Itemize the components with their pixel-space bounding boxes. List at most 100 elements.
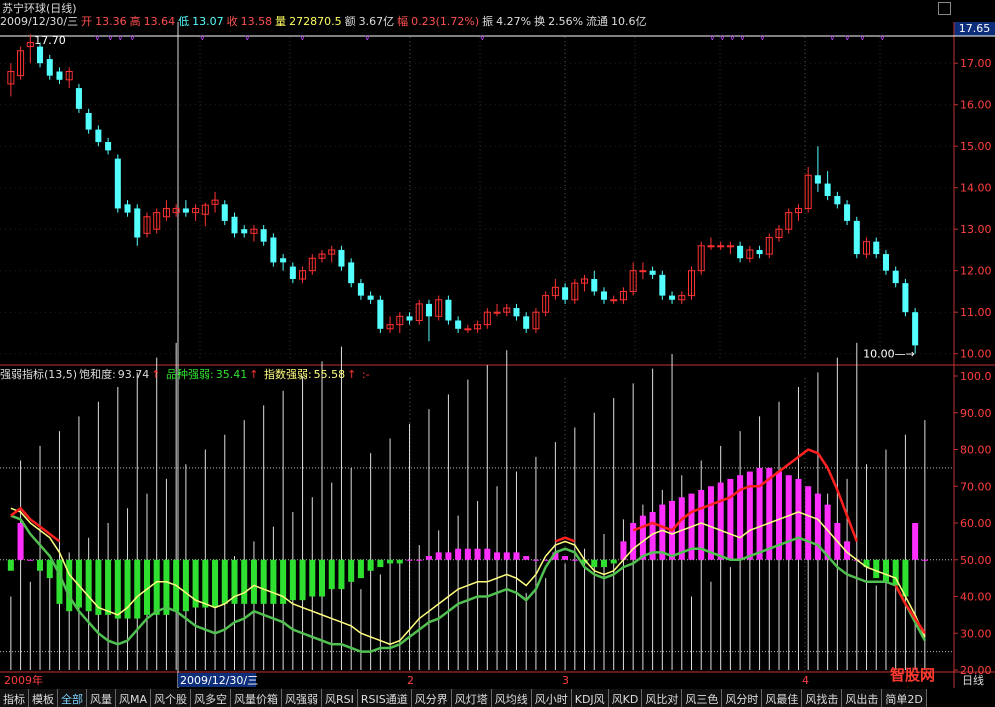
candle-body-34 bbox=[338, 249, 345, 267]
signal-marker-11: v bbox=[730, 33, 735, 42]
ind-tick-label-6: 40.00 bbox=[960, 591, 992, 604]
ind-bar-41 bbox=[406, 559, 413, 561]
ind-bar-42 bbox=[416, 559, 423, 561]
candle-body-9 bbox=[95, 129, 102, 143]
ind-bar-81 bbox=[795, 478, 802, 560]
ind-bar-36 bbox=[357, 559, 364, 579]
ind-bar-73 bbox=[717, 482, 724, 560]
candle-body-68 bbox=[669, 295, 676, 300]
candle-body-89 bbox=[873, 241, 880, 255]
ind-tick-label-0: 100.0 bbox=[960, 370, 992, 383]
ind-bar-38 bbox=[377, 559, 384, 568]
signal-marker-16: v bbox=[860, 33, 865, 42]
ind-bar-43 bbox=[425, 556, 432, 560]
time-label-2: 2 bbox=[407, 674, 414, 687]
ind-tick-label-5: 50.00 bbox=[960, 554, 992, 567]
index-strength-arrow: ↑ bbox=[347, 368, 357, 381]
tab-19[interactable]: 风分时 bbox=[722, 689, 763, 707]
ind-bar-21 bbox=[212, 559, 219, 608]
price-tick-label-2: 15.00 bbox=[960, 140, 992, 153]
tab-22[interactable]: 风出击 bbox=[842, 689, 883, 707]
price-tick-label-3: 14.00 bbox=[960, 182, 992, 195]
ind-bar-52 bbox=[513, 552, 520, 560]
ind-bar-8 bbox=[85, 559, 92, 612]
candle-body-45 bbox=[445, 299, 452, 321]
tab-9[interactable]: 风RSI bbox=[322, 689, 358, 707]
tab-4[interactable]: 风MA bbox=[116, 689, 152, 707]
ind-bar-34 bbox=[338, 559, 345, 590]
saturation-line-seg-end bbox=[894, 584, 926, 634]
candle-body-41 bbox=[406, 316, 413, 321]
candle-body-13 bbox=[134, 208, 141, 238]
candlestick-series: 17.70 10.00—→ bbox=[7, 34, 919, 361]
candle-body-67 bbox=[659, 274, 666, 296]
signal-marker-14: v bbox=[830, 33, 835, 42]
ind-bar-29 bbox=[289, 559, 296, 601]
tab-21[interactable]: 风找击 bbox=[802, 689, 843, 707]
ind-bar-33 bbox=[328, 559, 335, 590]
tab-12[interactable]: 风灯塔 bbox=[451, 689, 492, 707]
signal-marker-3: v bbox=[130, 33, 135, 42]
tab-14[interactable]: 风小时 bbox=[531, 689, 572, 707]
tab-6[interactable]: 风多空 bbox=[191, 689, 232, 707]
tab-18[interactable]: 风三色 bbox=[682, 689, 723, 707]
site-logo: 智股网 bbox=[890, 666, 936, 684]
tab-23[interactable]: 简单2D bbox=[882, 689, 927, 707]
index-strength-value: 55.58 bbox=[313, 368, 346, 381]
candle-body-26 bbox=[260, 229, 267, 242]
candle-body-24 bbox=[241, 229, 248, 234]
saturation-label: 饱和度: bbox=[79, 368, 116, 381]
tab-2[interactable]: 全部 bbox=[58, 689, 87, 707]
tab-20[interactable]: 风最佳 bbox=[762, 689, 803, 707]
candle-body-84 bbox=[824, 183, 831, 196]
time-label-4: 4 bbox=[802, 674, 809, 687]
indicator-series bbox=[7, 342, 928, 670]
tab-0[interactable]: 指标 bbox=[0, 689, 29, 707]
ind-tick-label-3: 70.00 bbox=[960, 480, 992, 493]
chart-canvas[interactable]: vvvvvvvvvvvvvvvvvv 17.7010.00—→ 17.0016.… bbox=[0, 0, 995, 690]
tab-7[interactable]: 风量价箱 bbox=[231, 689, 283, 707]
ind-bar-49 bbox=[484, 548, 491, 560]
candle-body-11 bbox=[114, 158, 121, 209]
signal-marker-8: v bbox=[480, 33, 485, 42]
candle-body-4 bbox=[46, 59, 53, 76]
signal-marker-17: v bbox=[880, 33, 885, 42]
ind-bar-94 bbox=[921, 559, 928, 561]
tab-10[interactable]: RSIS通道 bbox=[357, 689, 412, 707]
ind-bar-50 bbox=[494, 552, 501, 560]
index-strength-label: 指数强弱: bbox=[263, 368, 312, 381]
tab-15[interactable]: KDJ风 bbox=[571, 689, 609, 707]
signal-marker-12: v bbox=[740, 33, 745, 42]
price-tick-label-5: 12.00 bbox=[960, 265, 992, 278]
ind-bar-61 bbox=[600, 559, 608, 568]
tab-17[interactable]: 风比对 bbox=[642, 689, 683, 707]
candle-body-85 bbox=[834, 196, 841, 205]
indicator-name: 强弱指标(13,5) bbox=[0, 368, 78, 381]
tab-13[interactable]: 风均线 bbox=[491, 689, 532, 707]
tab-1[interactable]: 模板 bbox=[29, 689, 58, 707]
candle-body-37 bbox=[367, 295, 374, 300]
tab-5[interactable]: 风个股 bbox=[151, 689, 192, 707]
tab-8[interactable]: 风强弱 bbox=[282, 689, 323, 707]
time-label-1: 2009/12/30/三 bbox=[180, 674, 258, 687]
candle-body-93 bbox=[912, 312, 919, 346]
tab-11[interactable]: 风分界 bbox=[411, 689, 452, 707]
price-tick-label-1: 16.00 bbox=[960, 99, 992, 112]
tab-16[interactable]: 风KD bbox=[608, 689, 643, 707]
signal-marker-0: v bbox=[95, 33, 100, 42]
saturation-value: 93.74 bbox=[117, 368, 150, 381]
ind-bar-74 bbox=[727, 478, 734, 560]
candle-body-53 bbox=[523, 316, 530, 329]
indicator-extra: :- bbox=[361, 368, 370, 381]
candle-body-7 bbox=[75, 88, 82, 109]
ind-bar-1 bbox=[17, 523, 24, 560]
candle-body-18 bbox=[182, 208, 189, 213]
price-tick-label-4: 13.00 bbox=[960, 223, 992, 236]
ind-bar-51 bbox=[503, 552, 510, 560]
ind-bar-90 bbox=[882, 559, 889, 582]
candle-body-75 bbox=[737, 245, 744, 259]
ind-tick-label-2: 80.00 bbox=[960, 444, 992, 457]
tab-3[interactable]: 风量 bbox=[87, 689, 116, 707]
period-label: 日线 bbox=[962, 673, 984, 687]
candle-body-28 bbox=[280, 258, 287, 263]
